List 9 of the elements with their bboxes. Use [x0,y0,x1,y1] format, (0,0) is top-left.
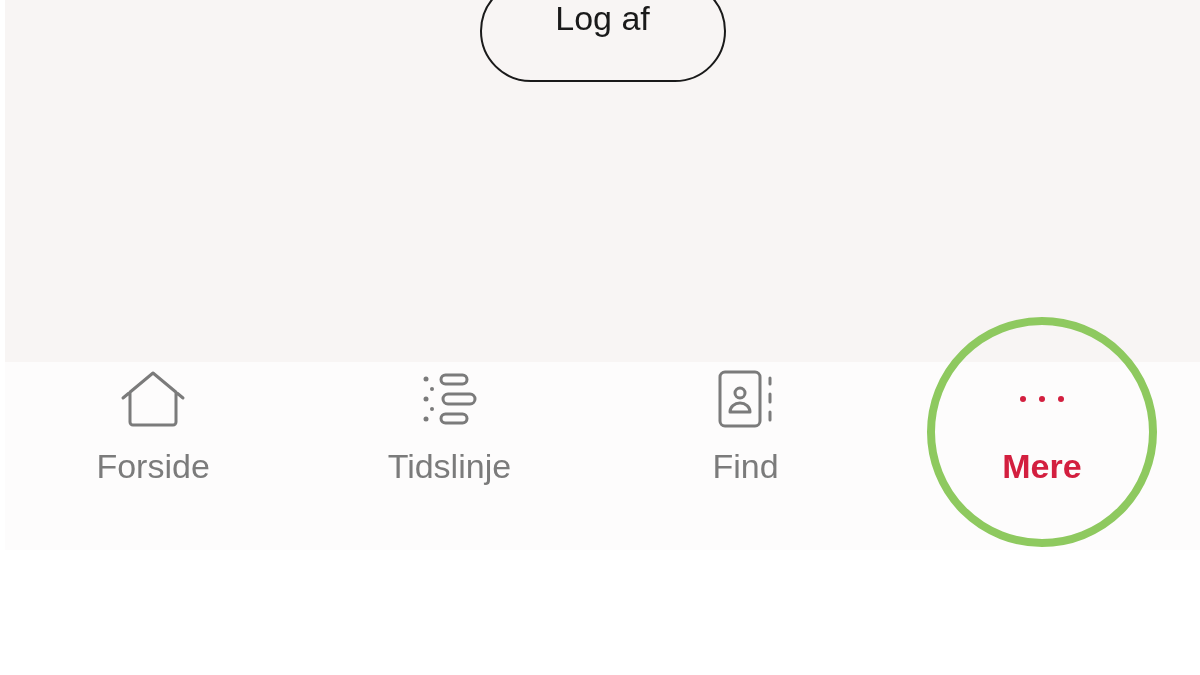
list-icon [421,373,478,425]
contact-book-icon [717,370,774,428]
more-icon [1017,394,1066,404]
tab[interactable]: Mere [941,362,1142,492]
home-icon [120,370,187,428]
tab[interactable]: Find [645,362,846,492]
tab[interactable]: Forside [53,362,254,492]
logout-button[interactable]: Log af [479,0,726,82]
tab[interactable]: Tidslinje [349,362,550,492]
